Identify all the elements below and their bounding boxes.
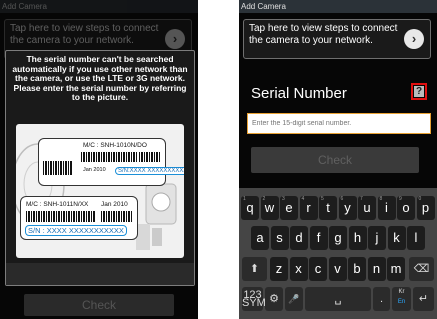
key-label: o: [402, 200, 410, 215]
key-b[interactable]: b: [348, 257, 366, 281]
label1-serial: S/N:XXXX XXXXXXXXXXX: [115, 167, 184, 175]
key-label: q: [246, 200, 254, 215]
key-label: t: [326, 200, 330, 215]
key-label: i: [385, 200, 388, 215]
key-q[interactable]: 1q: [241, 196, 259, 220]
key-number-hint: 5: [321, 196, 324, 202]
camera-label-2: M/C : SNH-1011N/XX Jan 2010 S/N : XXXX X…: [20, 196, 138, 240]
key-w[interactable]: 2w: [260, 196, 279, 220]
key-n[interactable]: n: [367, 257, 386, 281]
serial-help-dialog[interactable]: The serial number can't be searched auto…: [5, 50, 195, 286]
dialog-button-bar[interactable]: [6, 263, 194, 285]
key-number-hint: 9: [399, 196, 402, 202]
left-screen: Add Camera Tap here to view steps to con…: [0, 0, 198, 319]
key-h[interactable]: h: [348, 226, 367, 250]
key-d[interactable]: d: [290, 226, 308, 250]
key-f[interactable]: f: [309, 226, 328, 250]
key-label: u: [363, 200, 371, 215]
key-k[interactable]: k: [387, 226, 406, 250]
key-number-hint: 1: [243, 196, 246, 202]
barcode-2: [26, 211, 96, 222]
key-p[interactable]: 0p: [416, 196, 435, 220]
title-bar: Add Camera: [0, 0, 198, 13]
dialog-message: The serial number can't be searched auto…: [12, 54, 188, 102]
barcode-1b: [139, 152, 161, 162]
key-number-hint: 4: [301, 196, 305, 202]
symbols-key[interactable]: 123 SYM: [242, 287, 266, 311]
key-i[interactable]: 8i: [377, 196, 396, 220]
backspace-key[interactable]: ⌫: [409, 257, 434, 281]
serial-number-title: Serial Number: [251, 85, 347, 102]
key-o[interactable]: 9o: [397, 196, 415, 220]
key-label: w: [264, 200, 275, 215]
label1-date: Jan 2010: [83, 167, 106, 173]
connection-steps-text: Tap here to view steps to connect the ca…: [249, 23, 398, 46]
key-v[interactable]: v: [328, 257, 347, 281]
key-j[interactable]: j: [368, 226, 386, 250]
barcode-1: [81, 152, 137, 162]
key-label: r: [306, 200, 311, 215]
microphone-icon[interactable]: 🎤: [285, 287, 303, 311]
label2-serial: S/N : XXXX XXXXXXXXXXX: [25, 225, 127, 236]
serial-number-input[interactable]: [247, 113, 431, 134]
key-u[interactable]: 7u: [358, 196, 376, 220]
shift-key[interactable]: ⬆: [242, 257, 267, 281]
key-y[interactable]: 6y: [338, 196, 357, 220]
label2-model: M/C : SNH-1011N/XX: [26, 201, 89, 208]
camera-label-1: M/C : SNH-1010N/DO Jan 2010 S/N:XXXX XXX…: [38, 138, 184, 186]
language-bottom: En: [397, 299, 406, 305]
key-label: e: [285, 200, 293, 215]
serial-label-illustration: M/C : SNH-1010N/DO Jan 2010 S/N:XXXX XXX…: [16, 124, 184, 258]
key-number-hint: 0: [418, 196, 422, 202]
key-l[interactable]: l: [407, 226, 425, 250]
help-button[interactable]: ?: [411, 83, 427, 100]
key-c[interactable]: c: [309, 257, 327, 281]
key-number-hint: 7: [360, 196, 363, 202]
key-t[interactable]: 5t: [319, 196, 337, 220]
key-number-hint: 2: [262, 196, 266, 202]
key-g[interactable]: g: [329, 226, 347, 250]
enter-key[interactable]: ↵: [413, 287, 434, 311]
chevron-right-icon[interactable]: ›: [165, 29, 185, 49]
barcode-2b: [101, 211, 133, 222]
key-label: p: [421, 200, 430, 215]
connection-steps-text: Tap here to view steps to connect the ca…: [10, 23, 159, 46]
key-z[interactable]: z: [270, 257, 288, 281]
key-number-hint: 3: [282, 196, 285, 202]
keyboard: 1q2w3e4r5t6y7u8i9o0p asdfghjkl zxcvbnm ⬆…: [239, 188, 437, 319]
key-number-hint: 6: [340, 196, 344, 202]
title-bar: Add Camera: [239, 0, 437, 13]
check-button[interactable]: Check: [251, 147, 419, 173]
key-x[interactable]: x: [289, 257, 308, 281]
chevron-right-icon[interactable]: ›: [404, 29, 424, 49]
key-e[interactable]: 3e: [280, 196, 298, 220]
help-icon: ?: [414, 86, 424, 97]
connection-steps-banner[interactable]: Tap here to view steps to connect the ca…: [243, 19, 431, 59]
key-label: y: [344, 200, 351, 215]
key-a[interactable]: a: [251, 226, 269, 250]
label2-date: Jan 2010: [101, 201, 128, 208]
right-screen: Add Camera Tap here to view steps to con…: [239, 0, 437, 319]
language-top: Kr: [398, 289, 405, 295]
key-number-hint: 8: [379, 196, 383, 202]
space-key[interactable]: ␣: [305, 287, 371, 311]
settings-gear-icon[interactable]: ⚙: [265, 287, 283, 311]
period-key[interactable]: .: [373, 287, 390, 311]
barcode-side: [43, 161, 73, 175]
language-key[interactable]: Kr En: [392, 287, 411, 311]
key-m[interactable]: m: [387, 257, 405, 281]
check-button-dimmed: Check: [24, 294, 174, 316]
key-r[interactable]: 4r: [299, 196, 318, 220]
label1-model: M/C : SNH-1010N/DO: [83, 142, 147, 149]
key-s[interactable]: s: [270, 226, 289, 250]
